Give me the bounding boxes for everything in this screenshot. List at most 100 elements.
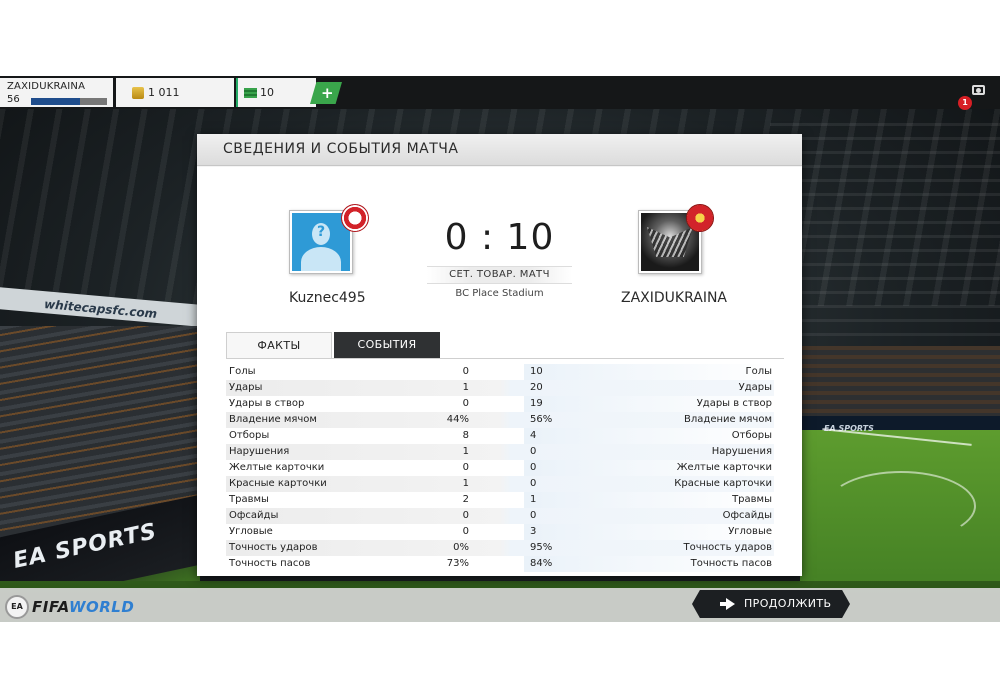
stat-label-home: Удары в створ <box>229 398 305 409</box>
camera-icon[interactable] <box>972 85 985 95</box>
stat-label-away: Голы <box>745 366 772 377</box>
user-level: 56 <box>7 94 20 105</box>
stat-label-home: Точность ударов <box>229 542 318 553</box>
stat-value-away: 3 <box>530 526 537 537</box>
stat-label-home: Угловые <box>229 526 273 537</box>
stat-value-away: 0 <box>530 446 537 457</box>
stat-label-away: Угловые <box>728 526 772 537</box>
cash-icon <box>244 88 257 98</box>
logo-accent-text: WORLD <box>68 598 135 616</box>
stat-value-away: 95% <box>530 542 553 553</box>
stat-label-away: Точность ударов <box>683 542 772 553</box>
stat-label-home: Владение мячом <box>229 414 317 425</box>
fifa-world-logo: FIFAWORLD <box>32 598 134 616</box>
tab-divider <box>226 358 784 359</box>
ad-board-strip: EA SPORTS <box>800 416 1000 433</box>
stat-value-home: 44% <box>446 414 469 425</box>
stat-label-away: Удары в створ <box>696 398 772 409</box>
notification-badge[interactable]: 1 <box>958 96 972 110</box>
coins-balance: 1 011 <box>116 78 234 107</box>
stat-value-home: 0 <box>462 398 469 409</box>
coins-icon <box>132 87 144 99</box>
stat-label-home: Нарушения <box>229 446 290 457</box>
stat-value-home: 0 <box>462 366 469 377</box>
stat-row: Точность пасов 73% 84% Точность пасов <box>226 556 774 572</box>
stat-label-away: Красные карточки <box>674 478 772 489</box>
stat-label-away: Нарушения <box>711 446 772 457</box>
game-screen: whitecapsfc.com EA SPORTS EA SPORTS ZAXI… <box>0 76 1000 622</box>
stat-value-home: 2 <box>462 494 469 505</box>
stat-value-away: 4 <box>530 430 537 441</box>
stat-row: Удары 1 20 Удары <box>226 380 774 396</box>
stat-label-home: Отборы <box>229 430 270 441</box>
stat-value-home: 0 <box>462 510 469 521</box>
stat-row: Владение мячом 44% 56% Владение мячом <box>226 412 774 428</box>
stat-label-home: Травмы <box>229 494 269 505</box>
user-profile[interactable]: ZAXIDUKRAINA 56 <box>0 78 113 107</box>
dialog-body: ? Kuznec495 0 : 10 СЕТ. ТОВАР. МАТЧ BC P… <box>197 167 802 576</box>
eagle-wings <box>647 227 693 257</box>
stat-row: Нарушения 1 0 Нарушения <box>226 444 774 460</box>
stat-row: Голы 0 10 Голы <box>226 364 774 380</box>
home-team-name: Kuznec495 <box>289 290 366 306</box>
match-stats-table: Голы 0 10 Голы Удары 1 20 Удары Удары в створ 0 19… <box>226 364 774 572</box>
stat-value-home: 0 <box>462 526 469 537</box>
away-team-name: ZAXIDUKRAINA <box>621 290 728 306</box>
stat-value-home: 1 <box>462 446 469 457</box>
continue-label: ПРОДОЛЖИТЬ <box>744 597 832 610</box>
logo-main-text: FIFA <box>32 598 69 616</box>
stat-label-home: Желтые карточки <box>229 462 325 473</box>
cash-value: 10 <box>260 86 274 99</box>
stat-value-home: 8 <box>462 430 469 441</box>
stat-value-home: 0 <box>462 462 469 473</box>
match-score: 0 : 10 <box>444 217 555 258</box>
stat-label-home: Голы <box>229 366 256 377</box>
stat-value-home: 73% <box>446 558 469 569</box>
stat-label-away: Точность пасов <box>690 558 772 569</box>
cash-balance: 10 <box>236 78 316 107</box>
top-bar: ZAXIDUKRAINA 56 1 011 10 + 1 <box>0 76 1000 110</box>
username: ZAXIDUKRAINA <box>7 81 86 92</box>
stat-value-home: 1 <box>462 478 469 489</box>
stat-row: Красные карточки 1 0 Красные карточки <box>226 476 774 492</box>
coins-value: 1 011 <box>148 86 180 99</box>
match-details-dialog: СВЕДЕНИЯ И СОБЫТИЯ МАТЧА ? Kuznec495 0 :… <box>197 134 802 576</box>
right-stand <box>800 346 1000 416</box>
stat-row: Удары в створ 0 19 Удары в створ <box>226 396 774 412</box>
bottom-bar <box>0 588 1000 622</box>
stat-label-away: Владение мячом <box>684 414 772 425</box>
stat-row: Точность ударов 0% 95% Точность ударов <box>226 540 774 556</box>
stat-row: Травмы 2 1 Травмы <box>226 492 774 508</box>
stat-value-away: 0 <box>530 478 537 489</box>
ea-sports-logo: EA <box>5 595 29 619</box>
avatar-body <box>301 247 341 271</box>
arrow-right-icon <box>720 598 735 610</box>
stat-label-away: Травмы <box>732 494 772 505</box>
stat-row: Офсайды 0 0 Офсайды <box>226 508 774 524</box>
away-club-crest-icon <box>686 204 714 232</box>
stat-row: Отборы 8 4 Отборы <box>226 428 774 444</box>
plus-icon: + <box>321 84 334 102</box>
stat-label-home: Удары <box>229 382 263 393</box>
xp-progress-fill <box>31 98 81 105</box>
match-type: СЕТ. ТОВАР. МАТЧ <box>427 266 572 284</box>
stat-label-away: Офсайды <box>722 510 772 521</box>
stadium-lights <box>770 116 1000 336</box>
xp-progress-bar <box>31 98 107 105</box>
stadium-name: BC Place Stadium <box>455 288 544 299</box>
tab-facts[interactable]: ФАКТЫ <box>226 332 332 358</box>
continue-button[interactable]: ПРОДОЛЖИТЬ <box>692 590 850 618</box>
stat-value-away: 19 <box>530 398 543 409</box>
stat-row: Желтые карточки 0 0 Желтые карточки <box>226 460 774 476</box>
stat-label-away: Отборы <box>731 430 772 441</box>
dialog-header: СВЕДЕНИЯ И СОБЫТИЯ МАТЧА <box>197 134 802 166</box>
home-club-crest-icon <box>341 204 369 232</box>
stat-value-away: 20 <box>530 382 543 393</box>
dialog-title: СВЕДЕНИЯ И СОБЫТИЯ МАТЧА <box>223 141 459 157</box>
stat-value-away: 1 <box>530 494 537 505</box>
stat-value-home: 0% <box>453 542 469 553</box>
stat-value-away: 84% <box>530 558 553 569</box>
stat-label-home: Красные карточки <box>229 478 327 489</box>
stat-row: Угловые 0 3 Угловые <box>226 524 774 540</box>
tab-events[interactable]: СОБЫТИЯ <box>334 332 440 358</box>
